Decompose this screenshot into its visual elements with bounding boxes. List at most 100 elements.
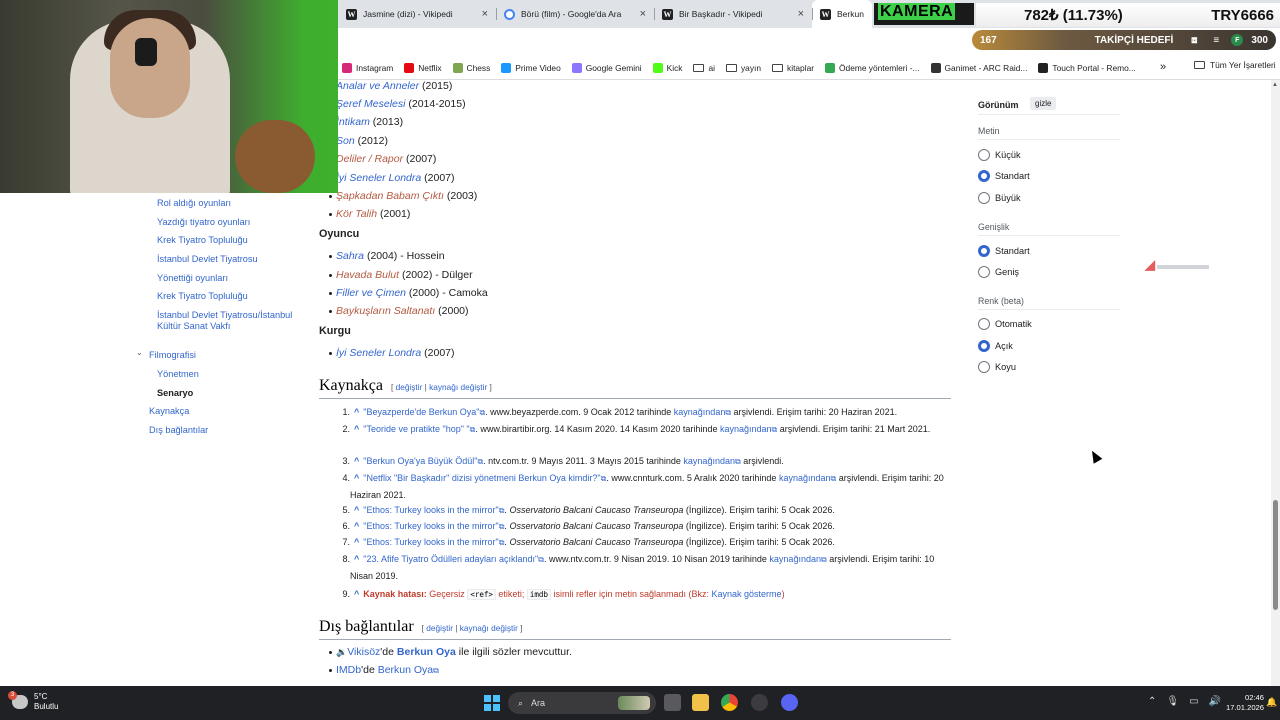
film-link[interactable]: Havada Bulut — [336, 269, 399, 281]
toc-item[interactable]: Yönetmen — [157, 369, 199, 380]
radio-option[interactable]: Otomatik — [978, 318, 1032, 330]
radio-option[interactable]: Küçük — [978, 149, 1021, 161]
toc-item[interactable]: İstanbul Devlet Tiyatrosu/İstanbul Kültü… — [157, 310, 297, 332]
bookmark-item[interactable]: Ödeme yöntemleri -... — [825, 62, 920, 73]
backlink-icon[interactable]: ^ — [354, 424, 359, 434]
clock[interactable]: 02:46 17.01.2026 — [1226, 693, 1264, 713]
backlink-icon[interactable]: ^ — [354, 554, 359, 564]
bookmark-item[interactable]: Google Gemini — [571, 62, 642, 73]
backlink-icon[interactable]: ^ — [354, 407, 359, 417]
radio-option[interactable]: Koyu — [978, 361, 1016, 373]
backlink-icon[interactable]: ^ — [354, 473, 359, 483]
bookmark-item[interactable]: ai — [693, 63, 715, 73]
reference-number: 4. — [342, 473, 350, 483]
cloud-icon — [8, 691, 28, 709]
toc-item[interactable]: Krek Tiyatro Topluluğu — [157, 291, 248, 302]
taskbar-search[interactable]: ⌕ Ara — [508, 692, 656, 714]
person-link[interactable]: Berkun Oya — [378, 664, 433, 676]
task-view-icon[interactable] — [664, 694, 681, 711]
toc-item[interactable]: Krek Tiyatro Topluluğu — [157, 235, 248, 246]
radio-unchecked-icon[interactable] — [978, 192, 990, 204]
radio-option[interactable]: Açık — [978, 340, 1013, 352]
film-link[interactable]: İyi Seneler Londra — [336, 172, 421, 184]
toc-item[interactable]: İstanbul Devlet Tiyatrosu — [157, 254, 258, 265]
browser-tab[interactable]: W Jasmine (dizi) - Vikipedi × — [338, 0, 496, 28]
backlink-icon[interactable]: ^ — [354, 456, 359, 466]
film-link[interactable]: İntikam — [336, 116, 370, 128]
bookmark-item[interactable]: yayın — [725, 63, 761, 73]
radio-checked-icon[interactable] — [978, 170, 990, 182]
external-link[interactable]: IMDb — [336, 664, 361, 676]
toc-item[interactable]: Dış bağlantılar — [149, 425, 208, 436]
film-link[interactable]: Filler ve Çimen — [336, 287, 406, 299]
discord-icon[interactable] — [781, 694, 798, 711]
chrome-icon[interactable] — [721, 694, 738, 711]
bookmark-item[interactable]: Chess — [452, 62, 490, 73]
person-link[interactable]: Berkun Oya — [397, 646, 456, 658]
backlink-icon[interactable]: ^ — [354, 589, 359, 599]
browser-tab[interactable]: Börü (film) - Google'da Ara × — [496, 0, 654, 28]
backlink-icon[interactable]: ^ — [354, 521, 359, 531]
radio-unchecked-icon[interactable] — [978, 318, 990, 330]
bookmark-item[interactable]: kitaplar — [772, 63, 814, 73]
toc-item[interactable]: Yönettiği oyunları — [157, 273, 228, 284]
film-link[interactable]: Deliler / Rapor — [336, 153, 403, 165]
external-link[interactable]: Vikisöz — [347, 646, 380, 658]
toc-item[interactable]: Yazdığı tiyatro oyunları — [157, 217, 250, 228]
close-tab-icon[interactable]: × — [640, 8, 646, 20]
edit-source-link[interactable]: kaynağı değiştir — [429, 382, 487, 392]
all-bookmarks-button[interactable]: Tüm Yer İşaretleri — [1194, 60, 1276, 70]
toc-item[interactable]: Kaynakça — [149, 406, 189, 417]
display-icon[interactable]: ▭ — [1189, 696, 1198, 707]
scrollbar-thumb[interactable] — [1273, 500, 1278, 610]
browser-tab[interactable]: W Berkun O — [812, 0, 872, 28]
film-link[interactable]: Son — [336, 135, 355, 147]
radio-option[interactable]: Standart — [978, 170, 1030, 182]
radio-option[interactable]: Standart — [978, 245, 1030, 257]
radio-option[interactable]: Büyük — [978, 192, 1021, 204]
windows-start-icon[interactable] — [484, 695, 500, 711]
toc-item[interactable]: Filmografisi — [149, 350, 196, 361]
speaker-icon[interactable]: 🔊 — [1209, 696, 1221, 707]
toc-item[interactable]: Senaryo — [157, 388, 193, 399]
scroll-up-icon[interactable]: ▲ — [1272, 82, 1278, 88]
backlink-icon[interactable]: ^ — [354, 505, 359, 515]
bookmark-item[interactable]: Ganimet - ARC Raid... — [930, 62, 1027, 73]
bookmark-item[interactable]: Touch Portal - Remo... — [1038, 62, 1136, 73]
radio-checked-icon[interactable] — [978, 245, 990, 257]
file-explorer-icon[interactable] — [692, 694, 709, 711]
radio-unchecked-icon[interactable] — [978, 361, 990, 373]
chevron-up-icon[interactable]: ⌃ — [1148, 696, 1156, 707]
film-link[interactable]: İyi Seneler Londra — [336, 347, 421, 359]
toc-item[interactable]: Rol aldığı oyunları — [157, 198, 231, 209]
radio-checked-icon[interactable] — [978, 340, 990, 352]
edit-link[interactable]: değiştir — [396, 382, 423, 392]
radio-option[interactable]: Geniş — [978, 266, 1019, 278]
film-link[interactable]: Kör Talih — [336, 208, 377, 220]
backlink-icon[interactable]: ^ — [354, 537, 359, 547]
bookmark-item[interactable]: Kick — [652, 62, 682, 73]
film-link[interactable]: Baykuşların Saltanatı — [336, 305, 435, 317]
obs-icon[interactable] — [751, 694, 768, 711]
chevron-down-icon[interactable]: ⌄ — [136, 348, 143, 357]
film-link[interactable]: Şapkadan Babam Çıktı — [336, 190, 444, 202]
film-link[interactable]: Şeref Meselesi — [336, 98, 405, 110]
weather-widget[interactable]: 5°C Bulutlu — [8, 691, 58, 712]
close-tab-icon[interactable]: × — [798, 8, 804, 20]
edit-link[interactable]: değiştir — [426, 623, 453, 633]
notification-bell-icon[interactable]: 🔔 — [1266, 697, 1277, 708]
film-link[interactable]: Analar ve Anneler — [336, 80, 419, 92]
bookmarks-more-icon[interactable]: » — [1160, 61, 1166, 73]
bookmark-item[interactable]: Prime Video — [501, 62, 561, 73]
microphone-icon[interactable]: 🎙 — [1166, 696, 1179, 707]
close-tab-icon[interactable]: × — [482, 8, 488, 20]
appearance-hide-button[interactable]: gizle — [1030, 97, 1057, 110]
edit-source-link[interactable]: kaynağı değiştir — [460, 623, 518, 633]
radio-unchecked-icon[interactable] — [978, 149, 990, 161]
bookmark-item[interactable]: Instagram — [342, 62, 393, 73]
film-link[interactable]: Sahra — [336, 250, 364, 262]
bookmark-item[interactable]: Netflix — [404, 62, 442, 73]
vertical-scrollbar[interactable]: ▲ — [1271, 80, 1280, 686]
radio-unchecked-icon[interactable] — [978, 266, 990, 278]
browser-tab[interactable]: W Bir Başkadır - Vikipedi × — [654, 0, 812, 28]
